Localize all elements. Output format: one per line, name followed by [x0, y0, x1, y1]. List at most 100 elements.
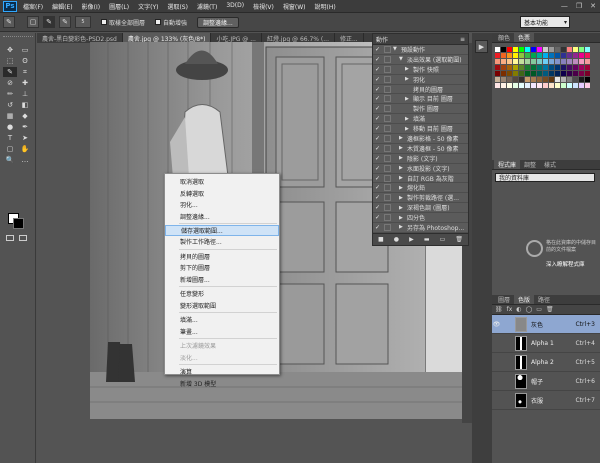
expand-arrow-icon[interactable]: ▶ [399, 175, 407, 181]
color-swatch[interactable] [537, 59, 542, 64]
action-row[interactable]: ✓ ▶ 製作剪裁路徑 (選... [373, 193, 468, 204]
context-menu-item[interactable]: 演算 [165, 366, 279, 378]
color-swatch[interactable] [543, 65, 548, 70]
expand-arrow-icon[interactable]: ▶ [399, 145, 407, 151]
action-row[interactable]: ✓ ▶ 熔化鉛 [373, 183, 468, 194]
color-swatch[interactable] [549, 83, 554, 88]
color-swatch[interactable] [555, 77, 560, 82]
action-enabled-checkmark[interactable]: ✓ [373, 76, 382, 83]
color-swatch[interactable] [579, 59, 584, 64]
context-menu-item[interactable]: 變形選取範圍 [165, 300, 279, 312]
context-menu-item[interactable]: 羽化... [165, 199, 279, 211]
action-enabled-checkmark[interactable]: ✓ [373, 214, 382, 221]
color-swatch[interactable] [531, 53, 536, 58]
new-set-icon[interactable]: ▬ [424, 236, 430, 243]
color-swatch[interactable] [555, 53, 560, 58]
action-dialog-toggle[interactable] [384, 105, 391, 113]
action-row[interactable]: ✓ ▶ 水面投影 (文字) [373, 164, 468, 174]
action-enabled-checkmark[interactable]: ✓ [373, 66, 382, 73]
color-swatch[interactable] [525, 59, 530, 64]
crop-icon[interactable]: ⌗ [18, 67, 32, 77]
action-dialog-toggle[interactable] [384, 154, 391, 162]
context-menu-item[interactable]: 筆畫... [165, 326, 279, 338]
color-swatch[interactable] [525, 77, 530, 82]
eyedropper-icon[interactable]: ⊘ [3, 78, 17, 88]
color-swatch[interactable] [513, 47, 518, 52]
action-dialog-toggle[interactable] [384, 174, 391, 182]
action-dialog-toggle[interactable] [384, 194, 391, 202]
color-swatch[interactable] [495, 47, 500, 52]
refine-edge-button[interactable]: 調整邊緣... [197, 16, 239, 28]
visibility-eye-icon[interactable]: 👁 [492, 321, 501, 328]
minimize-icon[interactable]: — [561, 2, 568, 10]
color-swatch[interactable] [555, 83, 560, 88]
action-enabled-checkmark[interactable]: ✓ [373, 204, 382, 211]
library-dropdown[interactable]: 我的資料庫 [495, 173, 595, 182]
action-dialog-toggle[interactable] [384, 85, 391, 93]
action-row[interactable]: ✓ ▶ 陰影 (文字) [373, 154, 468, 164]
tab-paths[interactable]: 路徑 [534, 295, 554, 304]
menu-item[interactable]: 3D(D) [226, 2, 244, 11]
dodge-icon[interactable]: ● [3, 122, 17, 132]
expand-arrow-icon[interactable]: ▶ [399, 155, 407, 161]
tab-channels[interactable]: 色版 [514, 295, 535, 304]
color-swatch[interactable] [549, 59, 554, 64]
color-swatch[interactable] [573, 65, 578, 70]
color-swatch[interactable] [579, 83, 584, 88]
color-swatch[interactable] [507, 53, 512, 58]
color-swatch[interactable] [579, 65, 584, 70]
action-row[interactable]: ✓ ▶ 填滿 [373, 114, 468, 125]
color-swatch[interactable] [585, 77, 590, 82]
panel-menu-icon[interactable]: ≡ [460, 36, 465, 43]
color-swatch[interactable] [555, 47, 560, 52]
restore-icon[interactable]: ❐ [576, 2, 582, 10]
menu-item[interactable]: 選取(S) [167, 2, 188, 11]
action-enabled-checkmark[interactable]: ✓ [373, 86, 382, 93]
color-swatch[interactable] [525, 47, 530, 52]
color-swatch[interactable] [579, 77, 584, 82]
auto-enhance-checkbox[interactable]: 自動增強 [155, 18, 187, 27]
context-menu-item[interactable]: 調整邊緣... [165, 211, 279, 223]
action-row[interactable]: ✓ ▶ 自訂 RGB 為灰階 [373, 174, 468, 184]
color-swatch[interactable] [561, 59, 566, 64]
color-swatch[interactable] [531, 59, 536, 64]
add-selection-icon[interactable]: ✎ [43, 16, 55, 28]
context-menu-item[interactable]: 取消選取 [165, 176, 279, 188]
color-swatch[interactable] [585, 59, 590, 64]
color-swatch[interactable] [573, 71, 578, 76]
trash-icon[interactable]: 🗑 [455, 236, 463, 243]
action-enabled-checkmark[interactable]: ✓ [373, 125, 382, 132]
quick-select-icon[interactable]: ✎ [3, 67, 17, 77]
color-swatch[interactable] [519, 71, 524, 76]
adjustment-icon[interactable]: ◐ [516, 306, 521, 313]
color-swatch[interactable] [573, 59, 578, 64]
expand-arrow-icon[interactable]: ▼ [393, 46, 401, 52]
shape-icon[interactable]: ▢ [3, 144, 17, 154]
color-swatch[interactable] [501, 59, 506, 64]
current-tool-icon[interactable]: ✎ [3, 16, 15, 28]
action-row[interactable]: ✓ ▼ 淡出效果 (選取範圍) [373, 55, 468, 65]
expand-arrow-icon[interactable]: ▶ [399, 205, 407, 211]
brush-icon[interactable]: ✏ [3, 89, 17, 99]
color-swatch[interactable] [513, 83, 518, 88]
color-swatch[interactable] [537, 65, 542, 70]
color-swatch[interactable] [513, 53, 518, 58]
marquee-icon[interactable]: ⬚ [3, 56, 17, 66]
action-dialog-toggle[interactable] [384, 204, 391, 212]
action-row[interactable]: ✓ 拷貝的圖層 [373, 85, 468, 95]
mask-icon[interactable]: ◯ [526, 306, 533, 313]
color-swatch[interactable] [495, 59, 500, 64]
color-swatch[interactable] [501, 47, 506, 52]
color-swatch[interactable] [555, 59, 560, 64]
action-enabled-checkmark[interactable]: ✓ [373, 145, 382, 152]
action-dialog-toggle[interactable] [384, 125, 391, 133]
color-swatch[interactable] [537, 77, 542, 82]
color-swatch[interactable] [525, 83, 530, 88]
artboard-icon[interactable]: ▭ [18, 45, 32, 55]
color-swatch[interactable] [543, 71, 548, 76]
brush-size-picker[interactable]: 5 [75, 16, 91, 28]
color-swatch[interactable] [501, 53, 506, 58]
color-swatch[interactable] [507, 77, 512, 82]
gradient-icon[interactable]: ▦ [3, 111, 17, 121]
new-action-icon[interactable]: ▭ [440, 236, 446, 243]
